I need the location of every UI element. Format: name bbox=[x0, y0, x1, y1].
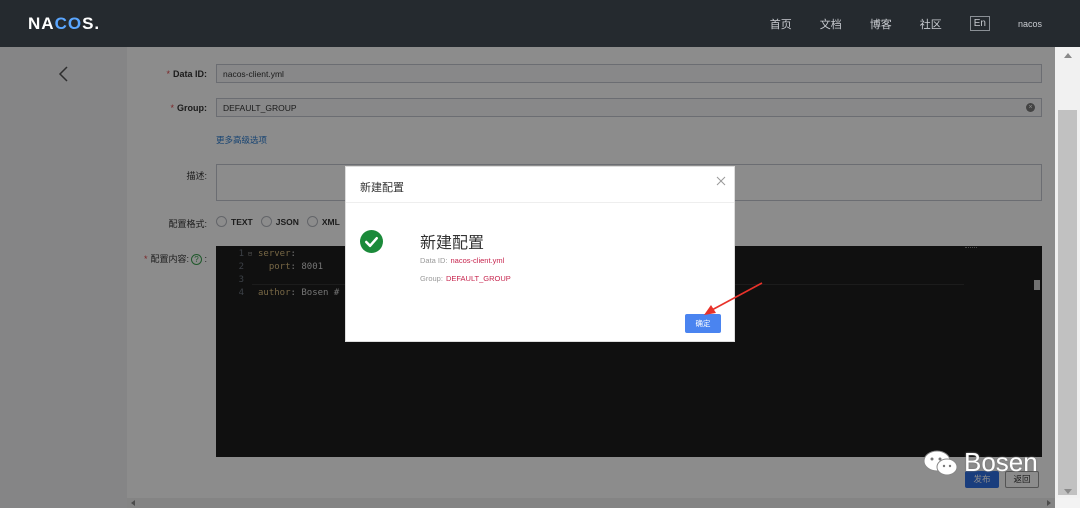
nav-blog[interactable]: 博客 bbox=[870, 16, 892, 32]
nav-docs[interactable]: 文档 bbox=[820, 16, 842, 32]
language-switch-button[interactable]: En bbox=[969, 16, 990, 31]
top-navbar: NACOS. 首页 文档 博客 社区 En nacos bbox=[0, 0, 1080, 47]
scroll-up-arrow-icon[interactable] bbox=[1064, 53, 1072, 58]
scroll-thumb[interactable] bbox=[1058, 110, 1077, 495]
annotation-arrow-icon bbox=[704, 282, 763, 315]
nacos-logo[interactable]: NACOS. bbox=[28, 14, 100, 34]
logo-text-right: S. bbox=[82, 14, 101, 33]
success-check-icon bbox=[360, 230, 383, 253]
wechat-icon bbox=[923, 450, 958, 475]
dialog-data-id: Data ID: nacos-client.yml bbox=[420, 256, 505, 265]
dialog-heading: 新建配置 bbox=[420, 235, 485, 252]
success-dialog: 新建配置 新建配置 Data ID: nacos-client.yml Group… bbox=[345, 166, 735, 342]
scroll-down-arrow-icon[interactable] bbox=[1064, 489, 1072, 494]
watermark-text: Bosen bbox=[964, 447, 1038, 477]
dialog-title: 新建配置 bbox=[360, 182, 404, 194]
logo-text-mid: CO bbox=[54, 14, 83, 33]
nav-community[interactable]: 社区 bbox=[920, 16, 942, 32]
watermark: Bosen bbox=[922, 447, 1038, 478]
logo-text-left: NA bbox=[28, 14, 55, 33]
dialog-divider bbox=[346, 202, 734, 203]
user-menu[interactable]: nacos bbox=[1018, 19, 1042, 29]
close-icon[interactable] bbox=[715, 175, 727, 187]
vertical-scrollbar[interactable] bbox=[1055, 47, 1080, 498]
dialog-group: Group: DEFAULT_GROUP bbox=[420, 274, 511, 283]
top-nav-menu: 首页 文档 博客 社区 En nacos bbox=[742, 0, 1042, 47]
nav-home[interactable]: 首页 bbox=[770, 16, 792, 32]
